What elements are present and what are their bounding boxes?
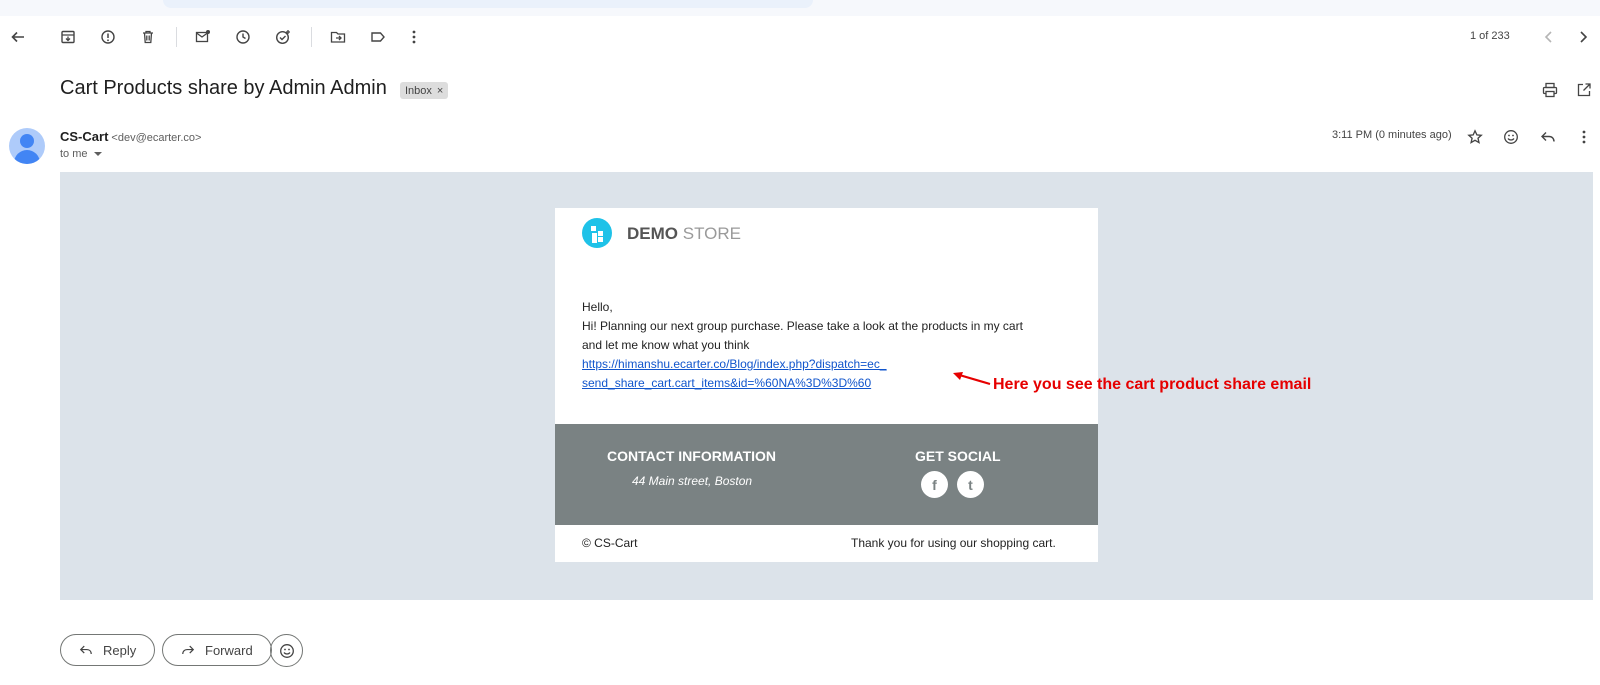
store-brand: DEMO STORE: [627, 224, 741, 244]
open-new-window-icon[interactable]: [1568, 74, 1600, 106]
body-line: Hi! Planning our next group purchase. Pl…: [582, 319, 1023, 333]
sender-email: <dev@ecarter.co>: [111, 132, 202, 144]
body-line: and let me know what you think: [582, 338, 750, 352]
emoji-icon: [279, 643, 294, 658]
annotation-arrow-icon: [953, 372, 991, 386]
reply-button[interactable]: Reply: [60, 634, 156, 666]
forward-button[interactable]: Forward: [162, 634, 272, 666]
sender-name[interactable]: CS-Cart: [60, 129, 108, 144]
thanks-text: Thank you for using our shopping cart.: [851, 536, 1056, 550]
label-icon[interactable]: [362, 21, 394, 53]
pager-count: 1 of 233: [1470, 30, 1510, 42]
add-to-tasks-icon[interactable]: [267, 21, 299, 53]
brand-bold: DEMO: [627, 224, 678, 243]
facebook-glyph: f: [932, 476, 937, 493]
sender-avatar[interactable]: [9, 128, 45, 164]
recipient-text: to me: [60, 148, 88, 160]
emoji-react-icon[interactable]: [1495, 121, 1527, 153]
recipient-details[interactable]: to me: [60, 148, 102, 160]
move-to-icon[interactable]: [322, 21, 354, 53]
annotation-text: Here you see the cart product share emai…: [993, 376, 1312, 393]
email-subject: Cart Products share by Admin Admin: [60, 77, 387, 99]
report-spam-icon[interactable]: [92, 21, 124, 53]
copyright-text: © CS-Cart: [582, 536, 638, 550]
toolbar-divider: [176, 27, 177, 47]
archive-icon[interactable]: [52, 21, 84, 53]
remove-label-icon[interactable]: ×: [437, 85, 443, 97]
sender-line: CS-Cart <dev@ecarter.co>: [60, 129, 201, 144]
greeting: Hello,: [582, 300, 613, 314]
contact-address: 44 Main street, Boston: [632, 474, 753, 488]
brand-light: STORE: [682, 224, 741, 243]
emoji-reaction-button[interactable]: [270, 634, 303, 667]
print-icon[interactable]: [1534, 74, 1566, 106]
toolbar-divider: [311, 27, 312, 47]
share-cart-link[interactable]: https://himanshu.ecarter.co/Blog/index.p…: [582, 355, 1072, 374]
twitter-glyph: t: [968, 476, 973, 493]
get-social-title: GET SOCIAL: [915, 448, 1001, 464]
reply-label: Reply: [103, 642, 137, 658]
chevron-left-icon[interactable]: [1533, 21, 1565, 53]
search-bar-edge[interactable]: [163, 0, 813, 8]
store-logo-icon: [582, 218, 612, 248]
reply-icon[interactable]: [1532, 121, 1564, 153]
back-arrow-icon[interactable]: [2, 21, 34, 53]
more-vert-icon[interactable]: [1568, 121, 1600, 153]
mark-unread-icon[interactable]: [187, 21, 219, 53]
inbox-label-chip[interactable]: Inbox ×: [400, 82, 449, 99]
inbox-label-text: Inbox: [405, 84, 432, 97]
caret-down-icon[interactable]: [93, 152, 102, 156]
email-footer: CONTACT INFORMATION 44 Main street, Bost…: [555, 424, 1098, 525]
email-timestamp: 3:11 PM (0 minutes ago): [1332, 129, 1452, 141]
snooze-icon[interactable]: [227, 21, 259, 53]
star-icon[interactable]: [1459, 121, 1491, 153]
forward-label: Forward: [205, 642, 253, 658]
facebook-icon[interactable]: f: [921, 471, 948, 498]
twitter-icon[interactable]: t: [957, 471, 984, 498]
delete-icon[interactable]: [132, 21, 164, 53]
more-vert-icon[interactable]: [398, 21, 430, 53]
reply-icon: [79, 645, 92, 654]
contact-info-title: CONTACT INFORMATION: [607, 448, 777, 464]
chevron-right-icon[interactable]: [1567, 21, 1599, 53]
forward-icon: [182, 645, 195, 654]
